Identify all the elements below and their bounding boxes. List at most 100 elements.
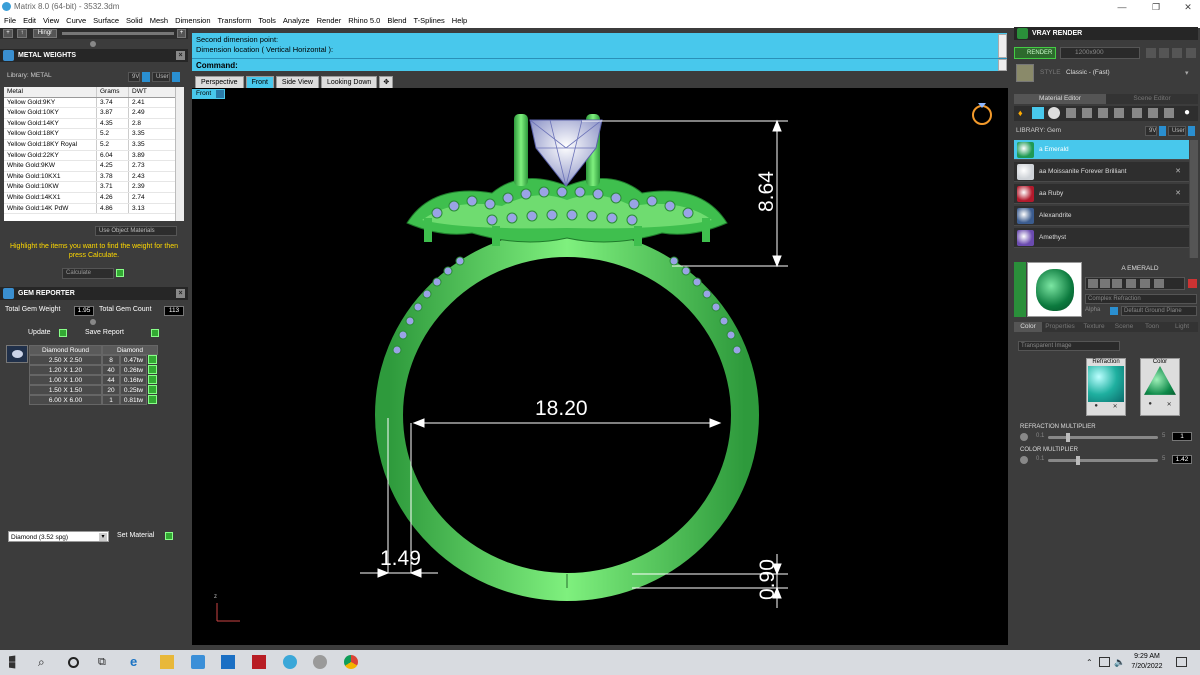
store-icon[interactable] — [191, 655, 205, 669]
list-item[interactable]: Alexandrite — [1014, 206, 1189, 226]
tray-chevron-icon[interactable]: ⌃ — [1086, 658, 1093, 667]
list-item[interactable]: a Emerald — [1014, 140, 1189, 160]
tab-material-editor[interactable]: Material Editor — [1014, 94, 1106, 104]
resolution-field[interactable]: 1200x900 — [1060, 47, 1140, 59]
slider-knob[interactable] — [1076, 456, 1080, 465]
save-icon[interactable] — [1164, 108, 1174, 118]
preview-tool-icon[interactable] — [1126, 279, 1136, 288]
viewport-label[interactable]: Front — [192, 89, 226, 99]
panel-grip[interactable] — [90, 41, 96, 47]
eye-icon[interactable]: ● — [1094, 403, 1098, 410]
refraction-map[interactable]: Refraction ● ✕ — [1086, 358, 1126, 416]
set-material-button[interactable]: Set Material — [117, 532, 154, 539]
minimize-button[interactable]: — — [1110, 0, 1134, 14]
star-icon[interactable] — [1148, 108, 1158, 118]
copy-icon[interactable] — [1098, 108, 1108, 118]
preview-tool-icon[interactable] — [1112, 279, 1122, 288]
reload-icon[interactable] — [1188, 279, 1197, 288]
table-row[interactable]: White Gold:14KX1 4.26 2.74 — [4, 192, 184, 204]
menu-curve[interactable]: Curve — [66, 14, 86, 28]
up-arrow-icon[interactable]: ↑ — [17, 29, 27, 38]
ring-icon[interactable] — [972, 103, 992, 125]
calculate-play-icon[interactable] — [116, 269, 124, 277]
menu-transform[interactable]: Transform — [218, 14, 252, 28]
tab-color[interactable]: Color — [1014, 322, 1042, 332]
menu-rhino[interactable]: Rhino 5.0 — [348, 14, 380, 28]
menu-view[interactable]: View — [43, 14, 59, 28]
table-row[interactable]: 2.50 X 2.50 8 0.47tw — [29, 355, 158, 365]
tab-scene[interactable]: Scene — [1110, 322, 1138, 332]
ground-plane-select[interactable]: Default Ground Plane — [1121, 306, 1197, 316]
tab-scene-editor[interactable]: Scene Editor — [1106, 94, 1198, 104]
app-icon[interactable] — [313, 655, 327, 669]
preview-tool-icon[interactable] — [1100, 279, 1110, 288]
gear-icon[interactable] — [1020, 456, 1028, 464]
preview-tool-icon[interactable] — [1140, 279, 1150, 288]
tab-toon[interactable]: Toon — [1138, 322, 1166, 332]
col-grams[interactable]: Grams — [96, 87, 128, 97]
close-icon[interactable]: ✕ — [1113, 403, 1118, 410]
hinge-button[interactable]: Hingr — [33, 29, 57, 38]
command-history-scrollbar[interactable] — [998, 34, 1007, 58]
list-item[interactable]: aa Ruby ✕ — [1014, 184, 1189, 204]
filter-9v-toggle[interactable] — [142, 72, 150, 82]
gear-icon[interactable] — [1020, 433, 1028, 441]
render-settings-icon[interactable] — [1186, 48, 1196, 58]
windows-start-icon[interactable] — [9, 655, 16, 669]
menu-solid[interactable]: Solid — [126, 14, 143, 28]
toolstrip-slider[interactable] — [62, 32, 174, 35]
volume-icon[interactable]: 🔈 — [1114, 657, 1125, 668]
table-row[interactable]: Yellow Gold:22KY 6.04 3.89 — [4, 150, 184, 162]
tab-light[interactable]: Light — [1166, 322, 1198, 332]
menu-help[interactable]: Help — [452, 14, 467, 28]
menu-file[interactable]: File — [4, 14, 16, 28]
table-row[interactable]: White Gold:9KW 4.25 2.73 — [4, 161, 184, 172]
command-line-scrollbar[interactable] — [998, 59, 1007, 71]
refresh-icon[interactable] — [1132, 108, 1142, 118]
menu-analyze[interactable]: Analyze — [283, 14, 310, 28]
close-icon[interactable]: × — [176, 51, 185, 60]
table-row[interactable]: Yellow Gold:14KY 4.35 2.8 — [4, 118, 184, 130]
refraction-multiplier-value[interactable]: 1 — [1172, 432, 1192, 441]
style-value[interactable]: Classic - (Fast) — [1066, 69, 1110, 76]
gem-icon[interactable] — [1032, 107, 1044, 119]
file-explorer-icon[interactable] — [160, 655, 174, 669]
filter-9v[interactable]: 9V — [128, 72, 140, 82]
matrix-icon[interactable] — [283, 655, 297, 669]
chevron-down-icon[interactable] — [216, 90, 225, 98]
gem-filter-user[interactable]: User — [1168, 126, 1186, 136]
menu-dimension[interactable]: Dimension — [175, 14, 210, 28]
rhino-icon[interactable] — [252, 655, 266, 669]
transparent-image-select[interactable]: Transparent Image — [1018, 341, 1120, 351]
table-row[interactable]: Yellow Gold:9KY 3.74 2.41 — [4, 97, 184, 109]
cortana-icon[interactable] — [68, 657, 79, 668]
gem-filter-9v-toggle[interactable] — [1159, 126, 1166, 136]
table-row[interactable]: Yellow Gold:10KY 3.87 2.49 — [4, 108, 184, 119]
eye-icon[interactable]: ● — [1148, 401, 1152, 408]
preview-collapse-tab[interactable] — [1014, 262, 1026, 317]
save-report-button[interactable]: Save Report — [85, 329, 124, 336]
tab-properties[interactable]: Properties — [1042, 322, 1078, 332]
command-line[interactable]: Command: — [192, 58, 1007, 71]
update-play-icon[interactable] — [59, 329, 67, 337]
tab-side-view[interactable]: Side View — [275, 76, 319, 88]
material-list-scrollbar[interactable] — [1189, 140, 1198, 258]
col-dwt[interactable]: DWT — [128, 87, 173, 97]
tab-looking-down[interactable]: Looking Down — [320, 76, 378, 88]
notifications-icon[interactable] — [1176, 657, 1187, 667]
gem-filter-9v[interactable]: 9V — [1145, 126, 1157, 136]
filter-user-toggle[interactable] — [172, 72, 180, 82]
slider-knob[interactable] — [1066, 433, 1070, 442]
close-icon[interactable]: × — [176, 289, 185, 298]
clock-time[interactable]: 9:29 AM — [1126, 653, 1168, 660]
edge-icon[interactable]: e — [130, 655, 144, 669]
search-icon[interactable]: ⌕ — [38, 655, 52, 669]
table-row[interactable]: White Gold:10KW 3.71 2.39 — [4, 182, 184, 193]
gem-row-play-icon[interactable] — [148, 365, 157, 374]
chrome-icon[interactable] — [344, 655, 358, 669]
viewport-front[interactable]: 8.64 18.20 1.49 0.90 z — [192, 88, 1008, 645]
close-icon[interactable]: ✕ — [1175, 162, 1181, 182]
menu-surface[interactable]: Surface — [93, 14, 119, 28]
save-report-play-icon[interactable] — [151, 329, 159, 337]
menu-tsplines[interactable]: T-Splines — [414, 14, 445, 28]
